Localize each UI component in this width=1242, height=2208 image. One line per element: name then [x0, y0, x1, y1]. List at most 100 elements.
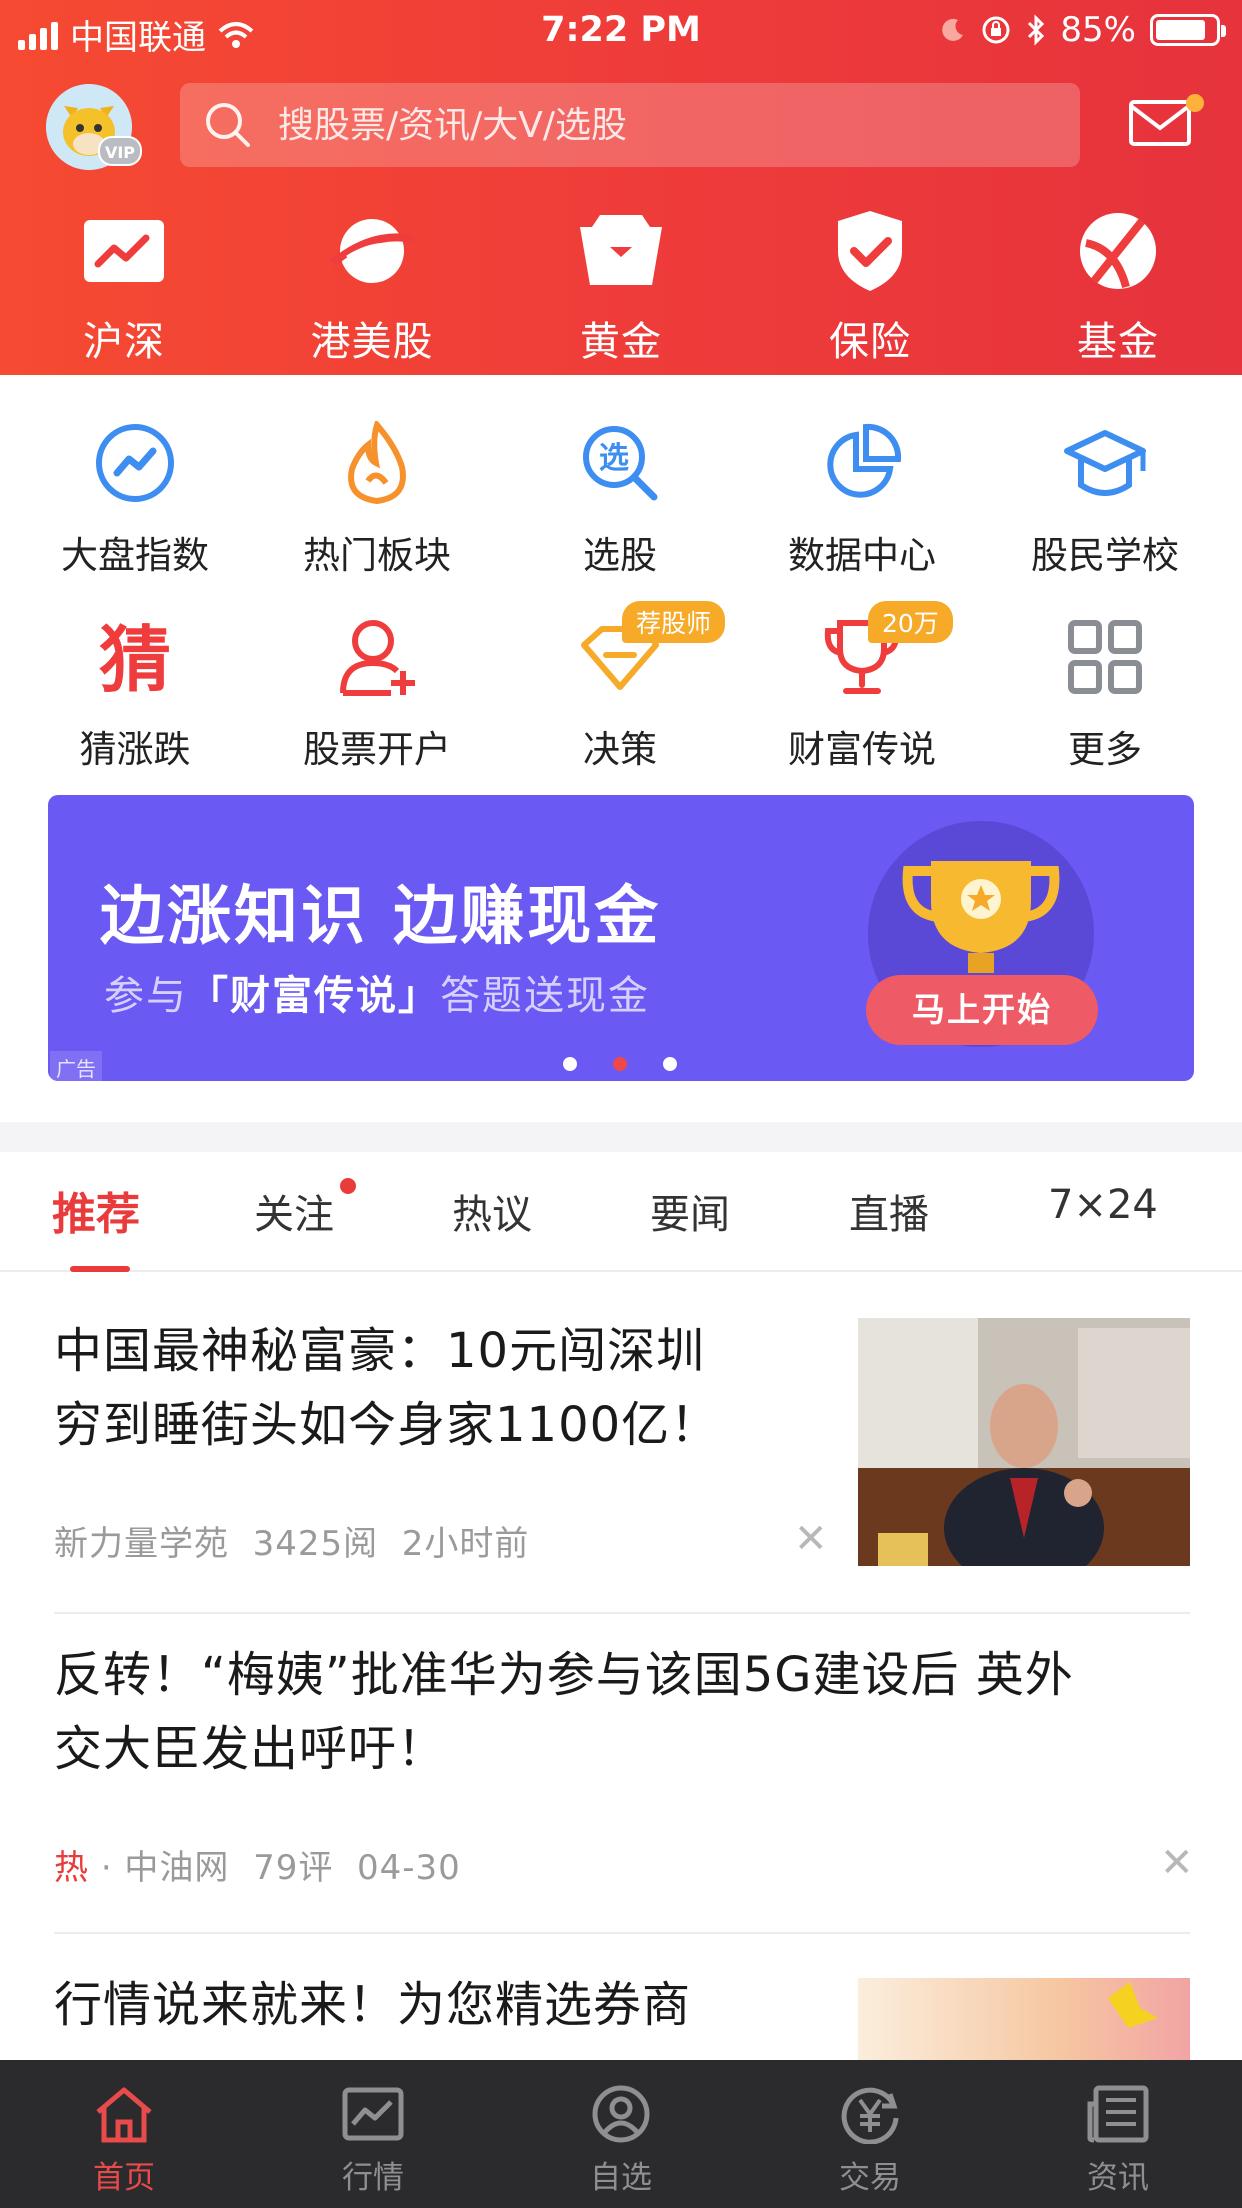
top-nav-hk-us[interactable]: 港美股 — [272, 205, 472, 367]
ad-label: 广告 — [50, 1051, 102, 1081]
fund-ball-icon — [1080, 213, 1156, 289]
feature-grid: 大盘指数 热门板块 选 选股 数据中心 股民学校 猜 猜涨跌 股票开户 荐股师 … — [0, 375, 1242, 771]
grid-label: 更多 — [1068, 728, 1142, 771]
header: 中国联通 7:22 PM 85% VIP 搜股票/资讯/大V/选股 沪深 港美股… — [0, 0, 1242, 375]
hot-tag: 热 — [54, 1848, 89, 1888]
news-icon — [1087, 2085, 1149, 2143]
index-chart-icon — [96, 424, 174, 502]
news-time: 2小时前 — [401, 1524, 530, 1564]
pie-chart-icon — [827, 423, 902, 498]
banner-subtitle: 参与「财富传说」答题送现金 — [104, 963, 650, 1021]
promo-banner[interactable]: 边涨知识 边赚现金 参与「财富传说」答题送现金 马上开始 广告 — [48, 795, 1194, 1081]
section-divider — [0, 1122, 1242, 1152]
news-title-line: 行情说来就来！为您精选券商 — [54, 1977, 692, 2033]
grid-label: 决策 — [583, 728, 657, 771]
grid-item-more[interactable]: 更多 — [995, 607, 1215, 773]
grid-item-wealth-legend[interactable]: 20万 财富传说 — [752, 601, 972, 773]
market-chart-icon — [342, 2087, 404, 2141]
top-nav-hushen[interactable]: 沪深 — [24, 205, 224, 367]
grid-item-market-index[interactable]: 大盘指数 — [25, 413, 245, 579]
prize-badge: 20万 — [868, 601, 953, 643]
search-icon — [206, 103, 250, 147]
bottom-tab-home[interactable]: 首页 — [34, 2080, 214, 2197]
mail-unread-dot — [1186, 94, 1204, 112]
vip-badge: VIP — [98, 136, 142, 166]
news-time: 04-30 — [356, 1848, 461, 1888]
top-nav-label: 保险 — [829, 319, 911, 365]
grid-label: 热门板块 — [303, 534, 451, 577]
status-right: 85% — [940, 10, 1226, 50]
rotation-lock-icon — [982, 16, 1010, 44]
select-glyph: 选 — [599, 441, 629, 476]
recommender-badge: 荐股师 — [622, 601, 726, 643]
tab-follow[interactable]: 关注 — [254, 1182, 334, 1240]
bottom-tab-market[interactable]: 行情 — [283, 2080, 463, 2197]
news-photo — [858, 1978, 1190, 2068]
bottom-tab-label: 首页 — [93, 2160, 155, 2196]
bottom-tab-label: 资讯 — [1087, 2160, 1149, 2196]
trend-chart-icon — [84, 220, 164, 282]
tab-7x24[interactable]: 7×24 — [1048, 1182, 1158, 1228]
gold-box-icon — [580, 215, 662, 285]
top-nav-fund[interactable]: 基金 — [1018, 205, 1218, 367]
graduation-cap-icon — [1064, 430, 1146, 496]
grid-item-decision[interactable]: 荐股师 决策 — [510, 601, 730, 773]
pagination-dot-active[interactable] — [613, 1057, 627, 1071]
grid-label: 选股 — [583, 534, 657, 577]
top-nav-label: 基金 — [1077, 319, 1159, 365]
bluetooth-icon — [1028, 14, 1045, 46]
add-user-icon — [340, 620, 415, 696]
news-title-line: 穷到睡街头如今身家1100亿！ — [54, 1397, 720, 1453]
status-bar: 中国联通 7:22 PM 85% — [0, 0, 1242, 62]
mail-icon[interactable] — [1128, 98, 1192, 148]
top-nav-label: 沪深 — [83, 319, 165, 365]
bottom-tab-trade[interactable]: 交易 — [780, 2080, 960, 2197]
grid-label: 数据中心 — [788, 534, 936, 577]
news-title-line: 中国最神秘富豪：10元闯深圳 — [54, 1323, 706, 1379]
news-divider — [54, 1612, 1190, 1614]
grid-label: 股票开户 — [303, 728, 451, 771]
bottom-tab-news[interactable]: 资讯 — [1028, 2080, 1208, 2197]
grid-item-guess[interactable]: 猜 猜涨跌 — [25, 607, 245, 773]
fire-icon — [348, 421, 406, 505]
news-meta: 新力量学苑 3425阅 2小时前 — [54, 1516, 529, 1565]
banner-title: 边涨知识 边赚现金 — [100, 880, 662, 954]
pagination-dot[interactable] — [663, 1057, 677, 1071]
trade-yen-icon — [841, 2087, 899, 2144]
top-nav-label: 港美股 — [310, 319, 434, 365]
app-home-screen: 中国联通 7:22 PM 85% VIP 搜股票/资讯/大V/选股 沪深 港美股… — [0, 0, 1242, 2208]
planet-icon — [330, 219, 414, 283]
grid-label: 财富传说 — [788, 728, 936, 771]
battery-percent: 85% — [1060, 10, 1136, 50]
tab-discussion[interactable]: 热议 — [452, 1182, 532, 1240]
search-bar[interactable] — [180, 83, 1080, 167]
top-nav-gold[interactable]: 黄金 — [521, 205, 721, 367]
banner-sub-suffix: 答题送现金 — [440, 973, 650, 1019]
news-thumbnail — [858, 1318, 1190, 1566]
home-icon — [96, 2087, 152, 2143]
grid-item-select-stock[interactable]: 选 选股 — [510, 413, 730, 579]
pagination-dot[interactable] — [563, 1057, 577, 1071]
top-nav: 沪深 港美股 黄金 保险 基金 — [0, 205, 1242, 365]
tab-headlines[interactable]: 要闻 — [650, 1182, 730, 1240]
tab-recommend[interactable]: 推荐 — [52, 1178, 140, 1242]
grid-item-hot-sectors[interactable]: 热门板块 — [267, 413, 487, 579]
dismiss-icon[interactable]: ✕ — [1160, 1840, 1194, 1886]
top-nav-insurance[interactable]: 保险 — [770, 205, 970, 367]
follow-unread-dot — [340, 1178, 356, 1194]
dismiss-icon[interactable]: ✕ — [794, 1516, 828, 1562]
grid-item-open-account[interactable]: 股票开户 — [267, 607, 487, 773]
grid-label: 大盘指数 — [61, 534, 209, 577]
shield-check-icon — [838, 211, 902, 291]
grid-item-data-center[interactable]: 数据中心 — [752, 413, 972, 579]
news-title-line: 交大臣发出呼吁！ — [54, 1721, 447, 1777]
more-grid-icon — [1068, 620, 1142, 694]
grid-item-investor-school[interactable]: 股民学校 — [995, 413, 1215, 579]
top-nav-label: 黄金 — [580, 319, 662, 365]
start-now-button[interactable]: 马上开始 — [866, 975, 1098, 1045]
bottom-tab-watchlist[interactable]: 自选 — [531, 2080, 711, 2197]
tab-live[interactable]: 直播 — [849, 1182, 929, 1240]
bottom-tab-bar: 首页 行情 自选 交易 资讯 — [0, 2060, 1242, 2208]
search-input[interactable] — [278, 104, 1038, 146]
news-divider — [54, 1932, 1190, 1934]
